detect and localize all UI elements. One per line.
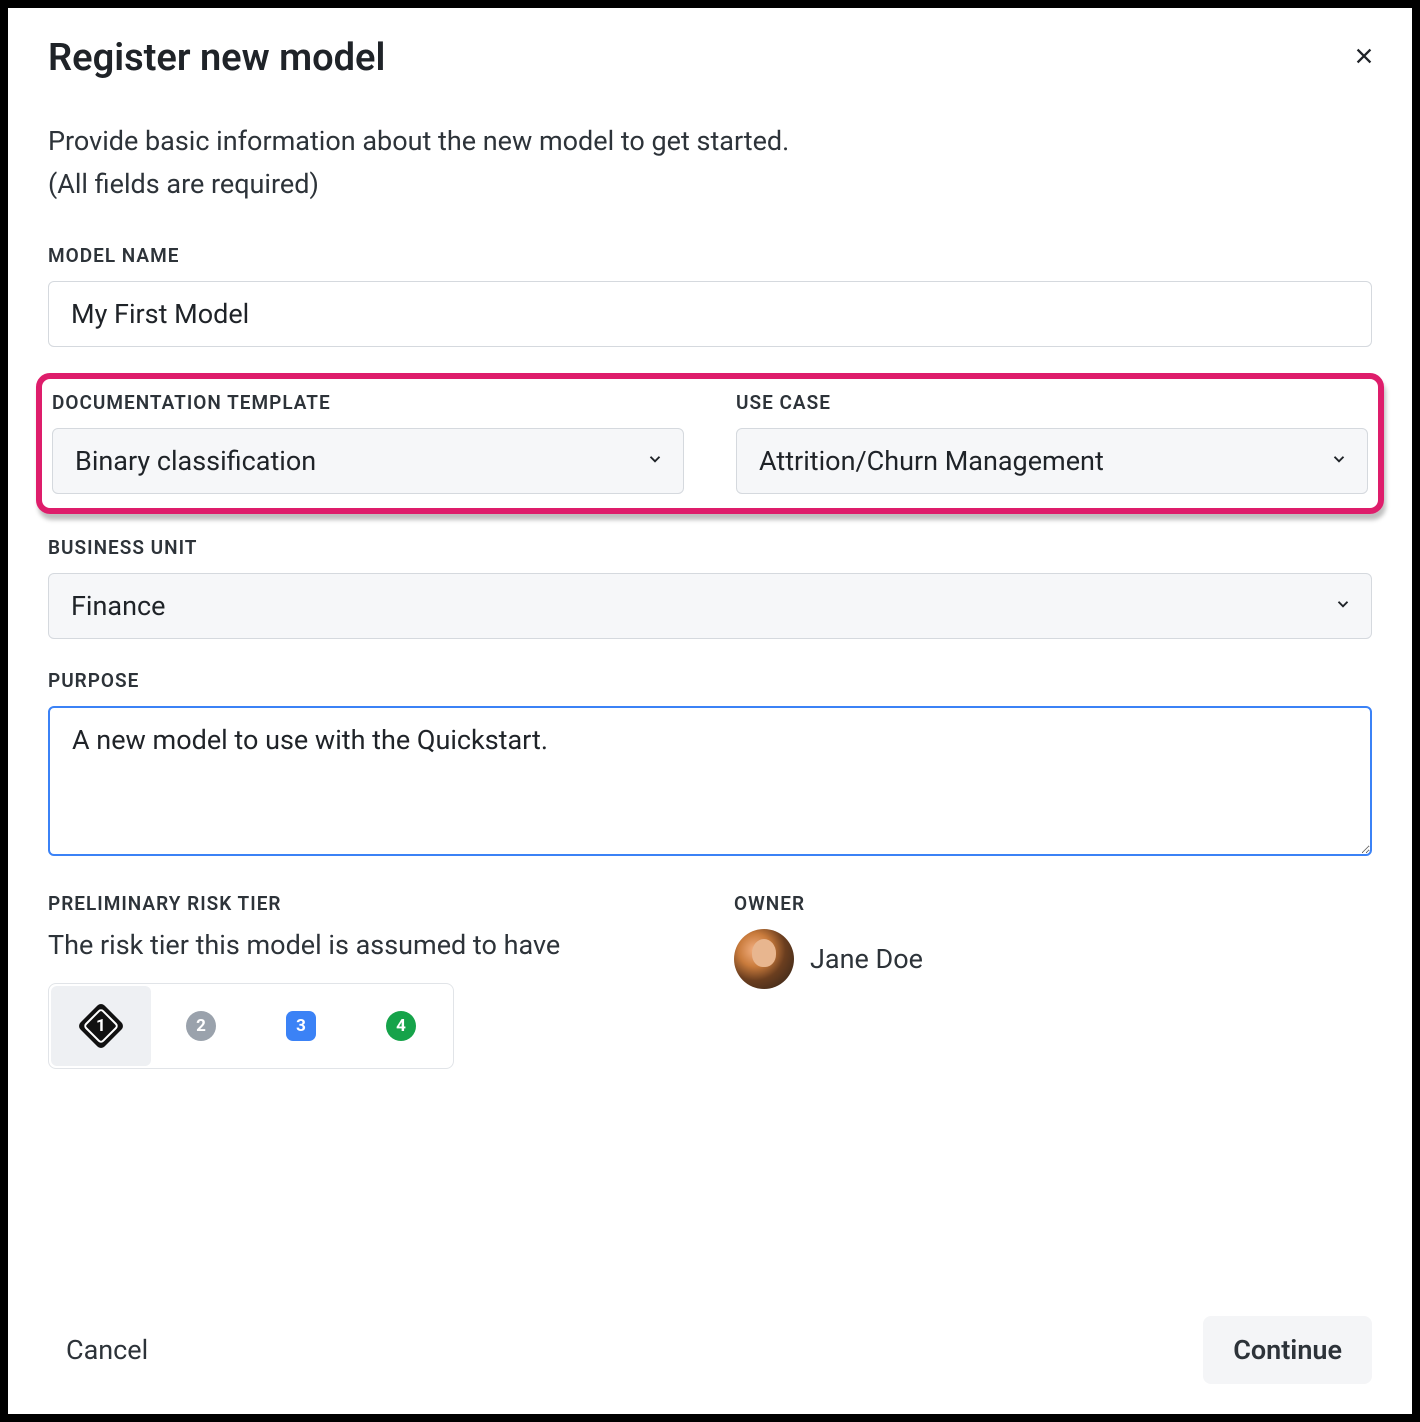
tier-4-icon: 4: [386, 1011, 416, 1041]
owner-name: Jane Doe: [810, 943, 923, 975]
intro-text: Provide basic information about the new …: [48, 120, 1372, 206]
documentation-template-select[interactable]: Binary classification: [52, 428, 684, 494]
owner-section: OWNER Jane Doe: [734, 892, 1372, 1069]
cancel-button[interactable]: Cancel: [48, 1320, 166, 1380]
tier-2-icon: 2: [186, 1011, 216, 1041]
business-unit-label: BUSINESS UNIT: [48, 536, 1372, 559]
close-button[interactable]: [1350, 42, 1378, 70]
modal-header: Register new model: [48, 36, 1372, 80]
risk-tier-4[interactable]: 4: [351, 986, 451, 1066]
use-case-field: USE CASE Attrition/Churn Management: [736, 391, 1368, 494]
owner-label: OWNER: [734, 892, 1372, 915]
register-model-modal: Register new model Provide basic informa…: [8, 8, 1412, 1414]
risk-tier-1[interactable]: 1: [51, 986, 151, 1066]
tier-1-icon: 1: [77, 1002, 125, 1050]
risk-tier-bar: 1 2 3 4: [48, 983, 454, 1069]
template-usecase-highlight: DOCUMENTATION TEMPLATE Binary classifica…: [36, 373, 1384, 514]
use-case-label: USE CASE: [736, 391, 1368, 414]
business-unit-select[interactable]: Finance: [48, 573, 1372, 639]
business-unit-select-wrap: Finance: [48, 573, 1372, 639]
model-name-input[interactable]: [48, 281, 1372, 347]
owner-avatar: [734, 929, 794, 989]
bottom-row: PRELIMINARY RISK TIER The risk tier this…: [48, 892, 1372, 1069]
close-icon: [1353, 45, 1375, 67]
documentation-template-field: DOCUMENTATION TEMPLATE Binary classifica…: [52, 391, 684, 494]
modal-footer: Cancel Continue: [48, 1292, 1372, 1384]
intro-line-2: (All fields are required): [48, 163, 1372, 206]
risk-tier-3[interactable]: 3: [251, 986, 351, 1066]
documentation-template-select-wrap: Binary classification: [52, 428, 684, 494]
use-case-select[interactable]: Attrition/Churn Management: [736, 428, 1368, 494]
risk-tier-label: PRELIMINARY RISK TIER: [48, 892, 686, 915]
purpose-textarea[interactable]: [48, 706, 1372, 856]
owner-row: Jane Doe: [734, 929, 1372, 989]
continue-button[interactable]: Continue: [1203, 1316, 1372, 1384]
tier-3-icon: 3: [286, 1011, 316, 1041]
intro-line-1: Provide basic information about the new …: [48, 120, 1372, 163]
documentation-template-label: DOCUMENTATION TEMPLATE: [52, 391, 684, 414]
risk-tier-section: PRELIMINARY RISK TIER The risk tier this…: [48, 892, 686, 1069]
risk-tier-2[interactable]: 2: [151, 986, 251, 1066]
use-case-select-wrap: Attrition/Churn Management: [736, 428, 1368, 494]
purpose-label: PURPOSE: [48, 669, 1372, 692]
modal-title: Register new model: [48, 36, 1372, 80]
model-name-label: MODEL NAME: [48, 244, 1372, 267]
risk-tier-subtitle: The risk tier this model is assumed to h…: [48, 929, 686, 961]
